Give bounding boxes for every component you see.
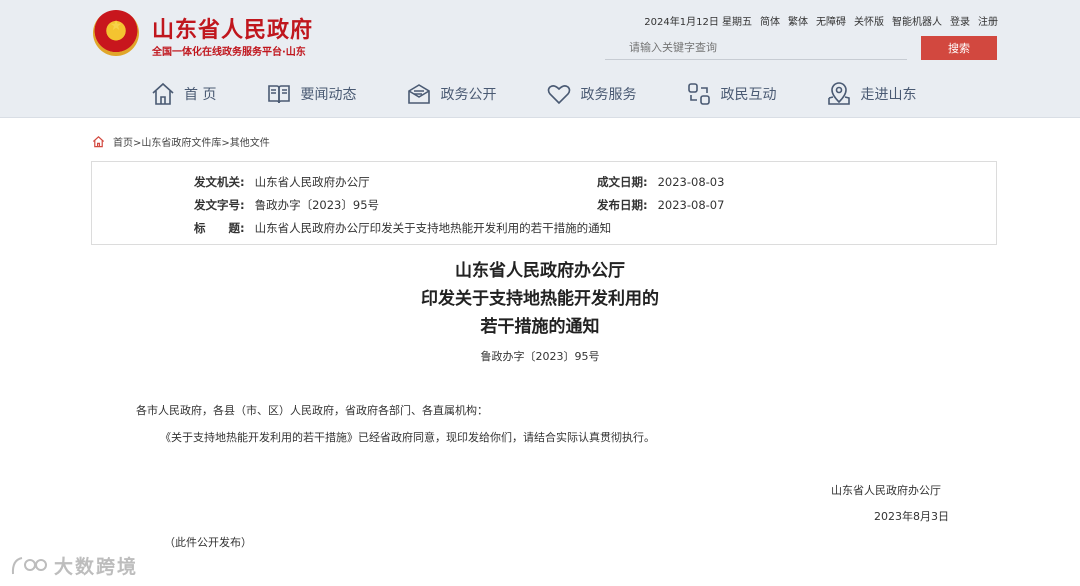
doc-no-value: 鲁政办字〔2023〕95号: [254, 198, 380, 212]
document-info-box: 发文机关: 山东省人民政府办公厅 成文日期: 2023-08-03 发文字号: 鲁政办…: [91, 161, 997, 245]
search-box: [605, 36, 907, 60]
signature: 山东省人民政府办公厅: [831, 484, 941, 497]
search-button[interactable]: 搜索: [921, 36, 997, 60]
nav-item-disclosure[interactable]: 政务公开: [406, 78, 496, 110]
date-created-value: 2023-08-03: [657, 175, 725, 189]
nav-label: 政务公开: [440, 87, 497, 103]
date-published-label: 发布日期:: [597, 198, 648, 212]
site-header: ★ 山东省人民政府 全国一体化在线政务服务平台·山东 2024年1月12日 星期…: [0, 0, 1080, 118]
issuer-row: 发文机关: 山东省人民政府办公厅: [194, 174, 370, 190]
title-label: 标 题:: [194, 221, 245, 235]
main-nav: 首 页 要闻动态 政务公开 政务服务 政民互动 走进山东: [150, 78, 916, 110]
title-row: 标 题: 山东省人民政府办公厅印发关于支持地热能开发利用的若干措施的通知: [194, 220, 611, 236]
envelope-icon: [408, 84, 431, 104]
doc-no-label: 发文字号:: [194, 198, 245, 212]
sign-date: 2023年8月3日: [874, 510, 949, 523]
salutation: 各市人民政府，各县（市、区）人民政府，省政府各部门、各直属机构：: [136, 404, 488, 417]
heart-icon: [548, 85, 571, 105]
date-published-row: 发布日期: 2023-08-07: [597, 197, 724, 213]
home-icon[interactable]: [92, 135, 105, 148]
accessibility-link[interactable]: 无障碍: [816, 13, 846, 28]
nav-item-home[interactable]: 首 页: [150, 78, 216, 110]
document-number: 鲁政办字〔2023〕95号: [480, 350, 600, 363]
map-pin-icon: [828, 82, 851, 105]
robot-link[interactable]: 智能机器人: [892, 13, 942, 28]
nav-label: 走进山东: [860, 87, 917, 103]
document-title-line-2: 印发关于支持地热能开发利用的: [421, 289, 659, 309]
nav-item-services[interactable]: 政务服务: [546, 78, 636, 110]
publication-note: （此件公开发布）: [164, 536, 252, 549]
watermark-text: 大数跨境: [54, 556, 139, 578]
issuer-value: 山东省人民政府办公厅: [254, 175, 370, 189]
nav-item-news[interactable]: 要闻动态: [266, 78, 356, 110]
breadcrumb-text[interactable]: 首页>山东省政府文件库>其他文件: [113, 134, 270, 149]
login-link[interactable]: 登录: [950, 13, 970, 28]
book-icon: [268, 85, 291, 104]
search-input[interactable]: [605, 36, 907, 59]
body-paragraph: 《关于支持地热能开发利用的若干措施》已经省政府同意，现印发给你们，请结合实际认真…: [160, 431, 655, 444]
current-date: 2024年1月12日 星期五: [644, 17, 752, 28]
date-created-row: 成文日期: 2023-08-03: [597, 174, 724, 190]
date-created-label: 成文日期:: [597, 175, 648, 189]
doc-no-row: 发文字号: 鲁政办字〔2023〕95号: [194, 197, 379, 213]
top-links-bar: 2024年1月12日 星期五 简体 繁体 无障碍 关怀版 智能机器人 登录 注册: [644, 13, 998, 28]
breadcrumb: 首页>山东省政府文件库>其他文件: [92, 134, 270, 149]
home-icon: [152, 82, 174, 105]
watermark: 大数跨境: [10, 552, 138, 579]
national-emblem-logo[interactable]: ★: [93, 10, 139, 56]
nav-label: 政民互动: [720, 87, 777, 103]
date-published-value: 2023-08-07: [657, 198, 725, 212]
nav-label: 政务服务: [580, 87, 637, 103]
nav-label: 要闻动态: [300, 87, 357, 103]
elder-mode-link[interactable]: 关怀版: [854, 13, 884, 28]
simplified-link[interactable]: 简体: [760, 13, 780, 28]
site-subtitle: 全国一体化在线政务服务平台·山东: [152, 47, 306, 58]
register-link[interactable]: 注册: [978, 13, 998, 28]
interact-icon: [688, 83, 711, 105]
document-title-line-3: 若干措施的通知: [480, 317, 600, 337]
nav-item-shandong[interactable]: 走进山东: [826, 78, 916, 110]
nav-item-interaction[interactable]: 政民互动: [686, 78, 776, 110]
watermark-logo-icon: [11, 556, 47, 574]
nav-label: 首 页: [184, 87, 217, 103]
issuer-label: 发文机关:: [194, 175, 245, 189]
document-title-line-1: 山东省人民政府办公厅: [455, 261, 625, 281]
title-value: 山东省人民政府办公厅印发关于支持地热能开发利用的若干措施的通知: [254, 221, 612, 235]
traditional-link[interactable]: 繁体: [788, 13, 808, 28]
site-title[interactable]: 山东省人民政府: [152, 12, 313, 44]
